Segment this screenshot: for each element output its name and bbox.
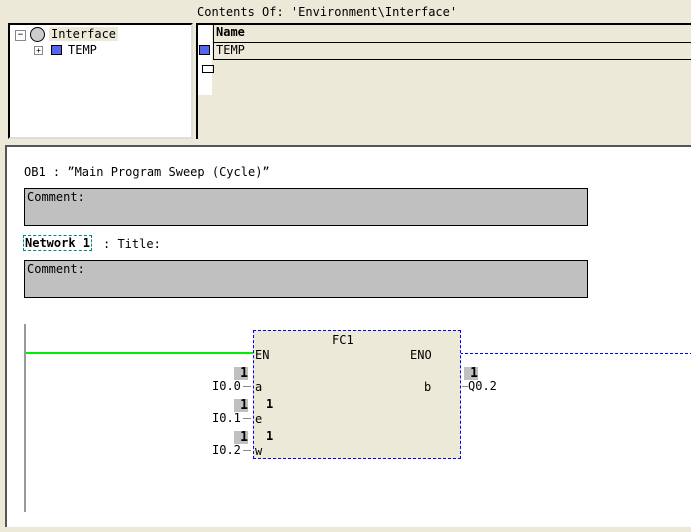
eno-pin: ENO [410,348,432,362]
operand-i0-2[interactable]: I0.2 [212,443,241,457]
new-row-icon [202,65,214,73]
output-pin-b: b [424,380,432,394]
input-pin-e: e [255,412,263,426]
contents-table[interactable]: Name TEMP [196,23,691,139]
power-flow-line [26,352,254,354]
network-title[interactable]: : Title: [103,237,161,251]
network-comment[interactable]: Comment: [24,260,588,298]
interface-icon [30,27,45,42]
network-label[interactable]: Network 1 [23,235,93,251]
temp-icon [51,45,62,55]
interface-tree[interactable]: − Interface + TEMP [8,23,193,139]
input-value: 1 [266,397,274,411]
ladder-editor[interactable]: OB1 : ”Main Program Sweep (Cycle)” Comme… [5,145,691,527]
tree-item-interface[interactable]: Interface [49,27,119,41]
contents-title: Contents Of: 'Environment\Interface' [197,5,458,19]
block-comment[interactable]: Comment: [24,188,588,226]
collapse-toggle[interactable]: − [15,30,26,41]
en-pin: EN [255,348,270,362]
operand-i0-0[interactable]: I0.0 [212,379,241,393]
operand-q0-2[interactable]: Q0.2 [468,379,497,393]
fc-name: FC1 [332,333,354,347]
block-title: OB1 : ”Main Program Sweep (Cycle)” [24,165,270,179]
input-pin-a: a [255,380,263,394]
input-pin-w: w [255,444,263,458]
operand-i0-1[interactable]: I0.1 [212,411,241,425]
tree-item-temp[interactable]: TEMP [68,43,97,57]
fc1-block[interactable]: FC1 EN ENO a e w 1 1 b [253,330,461,459]
temp-icon [199,45,210,55]
table-row[interactable]: TEMP [213,42,691,60]
input-value: 1 [266,429,274,443]
eno-line [460,353,691,354]
expand-toggle[interactable]: + [34,46,43,55]
column-header-name[interactable]: Name [213,25,691,43]
